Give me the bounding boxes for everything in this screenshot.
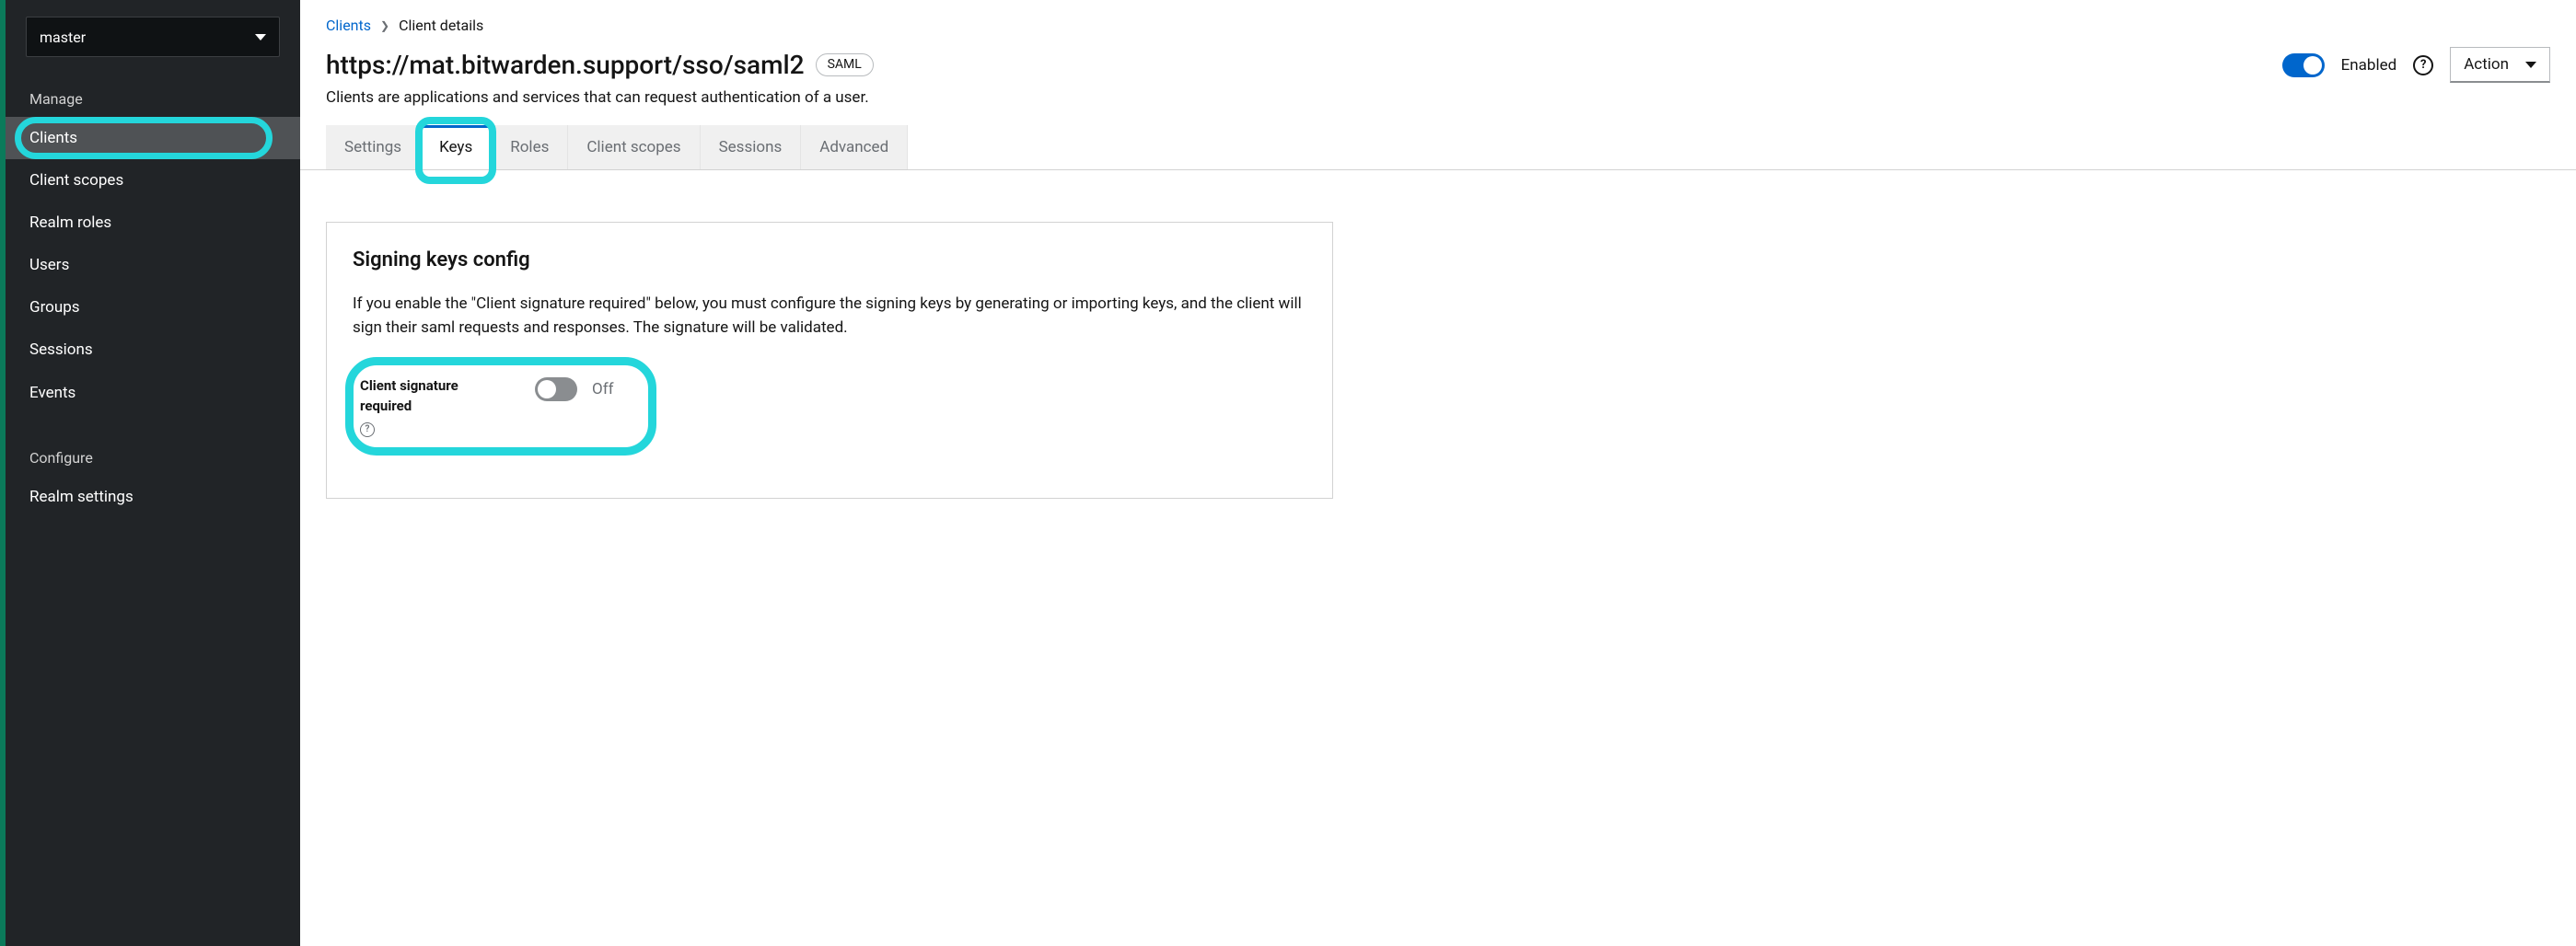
content-area: Signing keys config If you enable the "C…: [300, 170, 2576, 550]
tabs: Settings Keys Roles Client scopes Sessio…: [300, 125, 2576, 170]
sidebar-item-realm-roles[interactable]: Realm roles: [6, 202, 300, 244]
chevron-down-icon: [2525, 62, 2536, 68]
action-dropdown-label: Action: [2464, 55, 2509, 74]
field-label: Client signature required ?: [360, 375, 480, 437]
enabled-toggle-label: Enabled: [2341, 56, 2397, 75]
client-signature-required-row: Client signature required ? Off: [353, 366, 1306, 446]
action-dropdown[interactable]: Action: [2450, 47, 2550, 83]
chevron-right-icon: ❯: [380, 19, 389, 32]
toggle-knob: [538, 380, 556, 398]
tab-keys[interactable]: Keys: [421, 125, 492, 169]
help-icon[interactable]: ?: [360, 422, 375, 437]
card-description: If you enable the "Client signature requ…: [353, 292, 1306, 340]
nav-section-configure: Configure: [6, 433, 300, 476]
tab-roles[interactable]: Roles: [492, 125, 568, 169]
page-subtitle: Clients are applications and services th…: [326, 88, 2550, 107]
client-signature-required-toggle[interactable]: [535, 377, 577, 401]
breadcrumb-clients-link[interactable]: Clients: [326, 17, 371, 34]
tab-settings[interactable]: Settings: [326, 125, 421, 169]
sidebar: master Manage Clients Client scopes Real…: [0, 0, 300, 946]
toggle-state-label: Off: [592, 380, 614, 398]
tab-client-scopes[interactable]: Client scopes: [568, 125, 700, 169]
help-icon[interactable]: ?: [2413, 55, 2433, 75]
sidebar-item-clients[interactable]: Clients: [6, 117, 300, 159]
signing-keys-card: Signing keys config If you enable the "C…: [326, 222, 1333, 499]
protocol-badge: SAML: [816, 53, 874, 77]
realm-selector[interactable]: master: [26, 17, 280, 57]
page-title: https://mat.bitwarden.support/sso/saml2: [326, 50, 805, 80]
sidebar-item-client-scopes[interactable]: Client scopes: [6, 159, 300, 202]
sidebar-item-groups[interactable]: Groups: [6, 286, 300, 329]
toggle-knob: [2303, 56, 2322, 75]
enabled-toggle[interactable]: [2282, 53, 2325, 77]
realm-selector-wrap: master: [6, 17, 300, 74]
card-heading: Signing keys config: [353, 248, 1306, 271]
sidebar-item-users[interactable]: Users: [6, 244, 300, 286]
tab-sessions[interactable]: Sessions: [701, 125, 802, 169]
main: Clients ❯ Client details https://mat.bit…: [300, 0, 2576, 946]
chevron-down-icon: [255, 34, 266, 40]
nav-section-manage: Manage: [6, 74, 300, 117]
breadcrumb-current: Client details: [399, 17, 483, 34]
sidebar-item-sessions[interactable]: Sessions: [6, 329, 300, 371]
breadcrumb: Clients ❯ Client details: [326, 17, 2550, 34]
sidebar-item-realm-settings[interactable]: Realm settings: [6, 476, 300, 518]
realm-selector-value: master: [40, 29, 86, 46]
sidebar-item-events[interactable]: Events: [6, 372, 300, 414]
tab-advanced[interactable]: Advanced: [801, 125, 908, 169]
page-header: Clients ❯ Client details https://mat.bit…: [300, 0, 2576, 125]
